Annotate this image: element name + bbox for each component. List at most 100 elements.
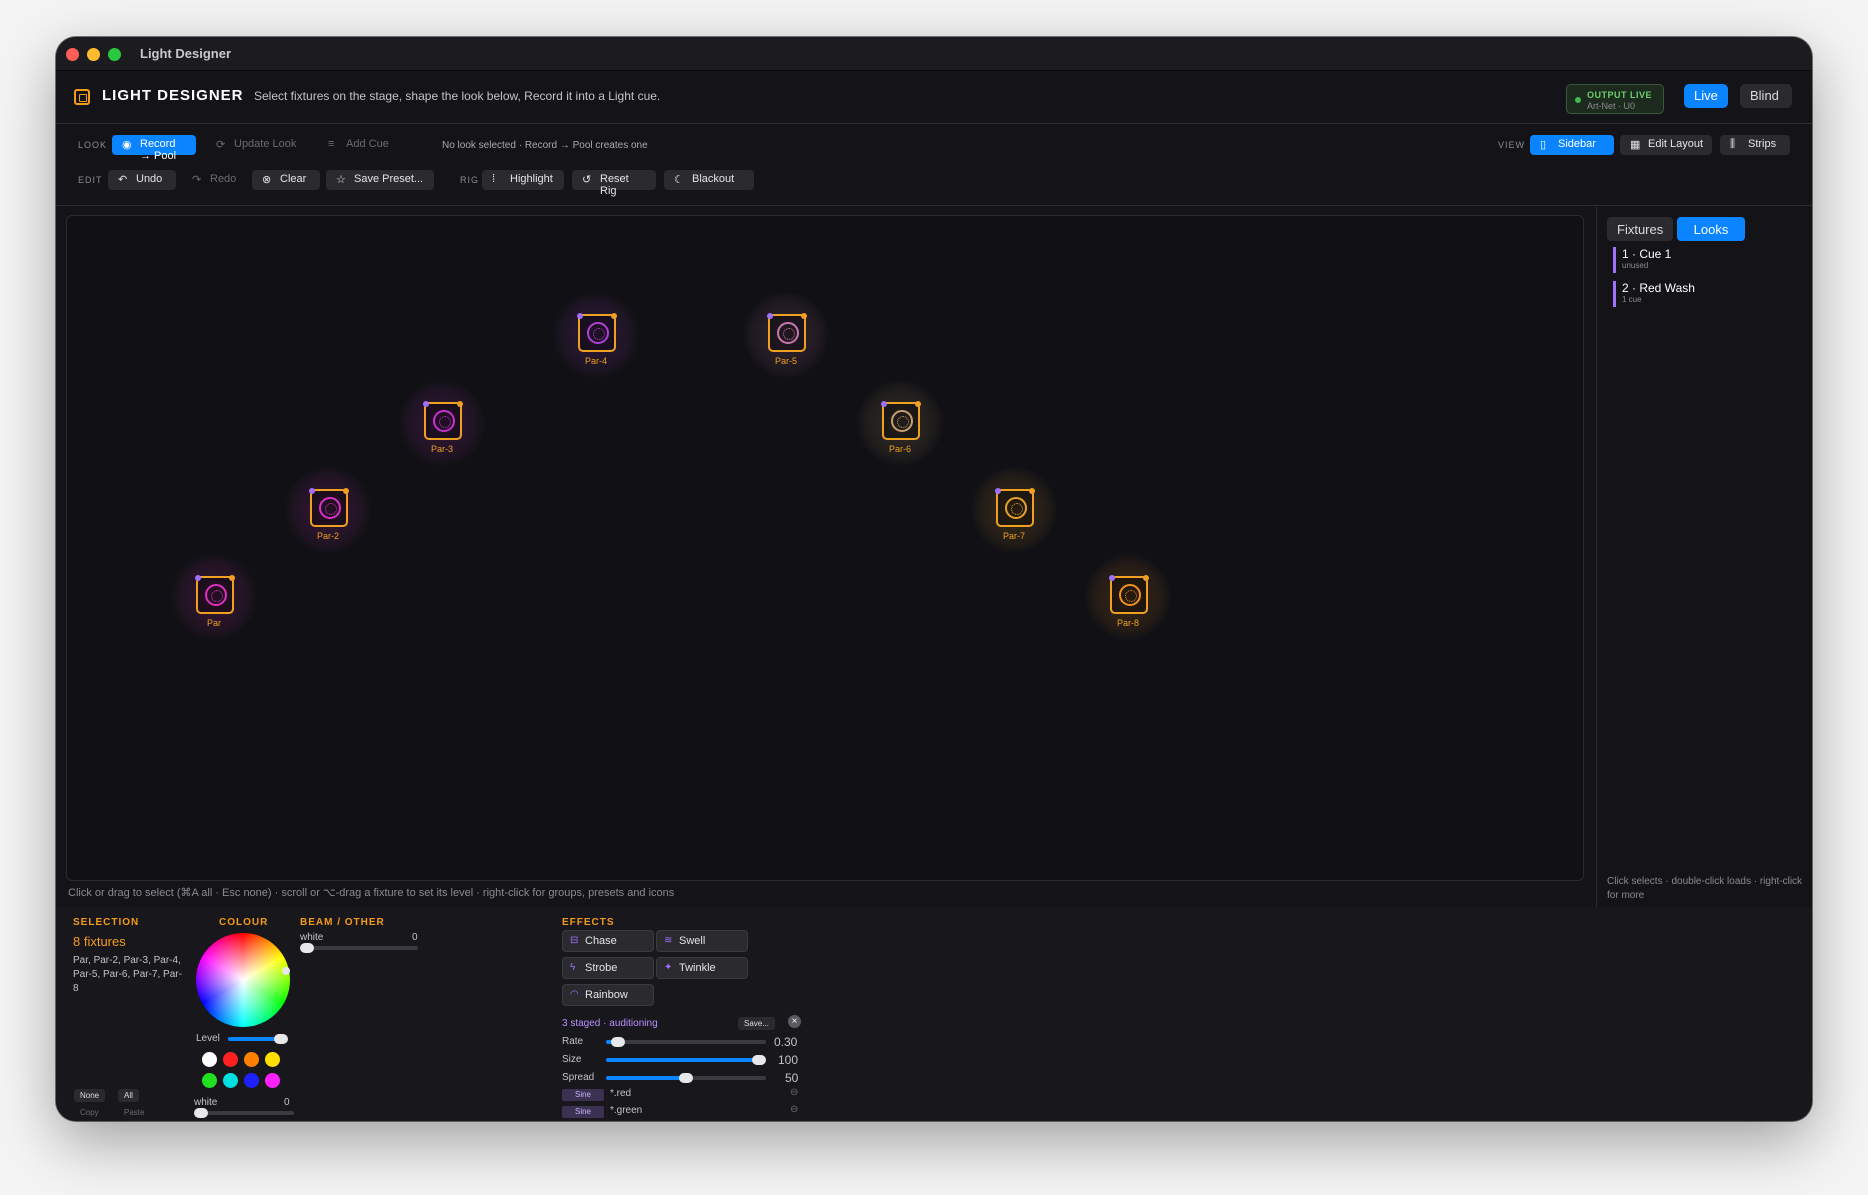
layer-1-wave[interactable]: Sine xyxy=(562,1089,604,1101)
undo-icon: ↶ xyxy=(118,174,128,186)
output-status-text: OUTPUT LIVE xyxy=(1587,90,1653,100)
save-effect-button[interactable]: Save... xyxy=(738,1017,775,1030)
selection-count: 8 fixtures xyxy=(73,934,126,949)
tab-looks[interactable]: Looks xyxy=(1677,217,1745,241)
lens-icon xyxy=(319,497,341,519)
minimize-window-button[interactable] xyxy=(87,48,100,61)
highlight-button[interactable]: ⁞ Highlight xyxy=(482,170,564,190)
colour-white-track[interactable] xyxy=(196,1111,294,1115)
swatch-green[interactable] xyxy=(202,1073,217,1088)
effect-rainbow-button[interactable]: ◠ Rainbow xyxy=(562,984,654,1006)
effect-strobe-button[interactable]: ϟ Strobe xyxy=(562,957,654,979)
select-all-button[interactable]: All xyxy=(118,1089,139,1102)
spread-knob[interactable] xyxy=(679,1073,693,1083)
swatch-magenta[interactable] xyxy=(265,1073,280,1088)
sliders-icon: ⫼ xyxy=(1730,138,1736,150)
bolt-icon: ϟ xyxy=(570,962,576,973)
look-item-1[interactable]: 1 · Cue 1 unused xyxy=(1613,247,1793,273)
fixture-par-6[interactable]: Par-6 xyxy=(857,380,943,466)
clear-button[interactable]: ⊗ Clear xyxy=(252,170,320,190)
moon-icon: ☾ xyxy=(674,174,684,186)
fixture-par-3[interactable]: Par-3 xyxy=(399,380,485,466)
effect-swell-button[interactable]: ≋ Swell xyxy=(656,930,748,952)
copy-button[interactable]: Copy xyxy=(74,1106,105,1119)
size-knob[interactable] xyxy=(752,1055,766,1065)
wave-icon: ≋ xyxy=(664,935,673,946)
rate-label: Rate xyxy=(562,1036,584,1047)
level-fill xyxy=(228,1037,280,1041)
swatch-white[interactable] xyxy=(202,1052,217,1067)
close-window-button[interactable] xyxy=(66,48,79,61)
rate-track[interactable] xyxy=(606,1040,766,1044)
app-title: LIGHT DESIGNER xyxy=(102,87,244,104)
fixture-par-2[interactable]: Par-2 xyxy=(285,467,371,553)
view-group-label: VIEW xyxy=(1498,140,1526,150)
swatch-yellow[interactable] xyxy=(265,1052,280,1067)
fixture-par-5[interactable]: Par-5 xyxy=(743,292,829,378)
chase-icon: ⊟ xyxy=(570,935,579,946)
app-header: LIGHT DESIGNER Select fixtures on the st… xyxy=(56,71,1812,124)
fixture-par-7[interactable]: Par-7 xyxy=(971,467,1057,553)
paste-button[interactable]: Paste xyxy=(118,1106,150,1119)
swatch-red[interactable] xyxy=(223,1052,238,1067)
lens-icon xyxy=(433,410,455,432)
rate-knob[interactable] xyxy=(611,1037,625,1047)
fixture-icon xyxy=(423,401,463,440)
fixture-icon xyxy=(309,488,349,527)
level-knob[interactable] xyxy=(274,1034,288,1044)
blackout-button[interactable]: ☾ Blackout xyxy=(664,170,754,190)
beam-white-track[interactable] xyxy=(300,946,418,950)
fixture-par-4[interactable]: Par-4 xyxy=(553,292,639,378)
save-preset-button[interactable]: ☆ Save Preset... xyxy=(326,170,434,190)
live-mode-button[interactable]: Live xyxy=(1684,84,1728,108)
swatch-orange[interactable] xyxy=(244,1052,259,1067)
lens-icon xyxy=(891,410,913,432)
beam-white-knob[interactable] xyxy=(300,943,314,953)
update-look-button[interactable]: ⟳ Update Look xyxy=(206,135,308,155)
flashlight-icon: ⁞ xyxy=(492,173,496,185)
rate-value: 0.30 xyxy=(774,1035,798,1049)
layer-2-wave[interactable]: Sine xyxy=(562,1106,604,1118)
fixture-par[interactable]: Par xyxy=(171,554,257,640)
look-item-2[interactable]: 2 · Red Wash 1 cue xyxy=(1613,281,1793,307)
effect-chase-button[interactable]: ⊟ Chase xyxy=(562,930,654,952)
remove-layer-1-icon[interactable]: ⊖ xyxy=(790,1087,798,1098)
select-none-button[interactable]: None xyxy=(74,1089,106,1102)
effect-twinkle-button[interactable]: ✦ Twinkle xyxy=(656,957,748,979)
beam-white-label: white xyxy=(300,932,324,943)
colour-wheel[interactable] xyxy=(196,933,290,1027)
fixture-par-8[interactable]: Par-8 xyxy=(1085,554,1171,640)
grid-icon: ▦ xyxy=(1630,139,1641,151)
view-strips-button[interactable]: ⫼ Strips xyxy=(1720,135,1790,155)
view-edit-layout-button[interactable]: ▦ Edit Layout xyxy=(1620,135,1712,155)
colour-white-knob[interactable] xyxy=(194,1108,208,1118)
output-status-badge: OUTPUT LIVE Art-Net · U0 xyxy=(1566,84,1664,114)
view-sidebar-button[interactable]: ▯ Sidebar xyxy=(1530,135,1614,155)
colour-wheel-handle[interactable] xyxy=(282,967,290,975)
zoom-window-button[interactable] xyxy=(108,48,121,61)
close-icon[interactable]: × xyxy=(788,1015,801,1028)
swatch-blue[interactable] xyxy=(244,1073,259,1088)
fixture-icon xyxy=(767,313,807,352)
add-cue-button[interactable]: ≡ Add Cue xyxy=(318,135,398,155)
beam-heading: BEAM / OTHER xyxy=(300,917,385,928)
beam-white-value: 0 xyxy=(412,932,418,943)
programmer-panel: SELECTION 8 fixtures Par, Par-2, Par-3, … xyxy=(56,907,1812,1121)
lens-icon xyxy=(777,322,799,344)
blind-mode-button[interactable]: Blind xyxy=(1740,84,1792,108)
sidebar: Fixtures Looks 1 · Cue 1 unused 2 · Red W… xyxy=(1596,207,1812,907)
undo-button[interactable]: ↶ Undo xyxy=(108,170,176,190)
look-status-text: No look selected · Record → Pool creates… xyxy=(442,140,648,151)
record-pool-button[interactable]: ◉ Record → Pool xyxy=(112,135,196,162)
colour-white-label: white xyxy=(194,1097,218,1108)
redo-button[interactable]: ↷ Redo xyxy=(182,170,242,190)
title-bar: Light Designer xyxy=(56,37,1812,71)
remove-layer-2-icon[interactable]: ⊖ xyxy=(790,1104,798,1115)
reset-rig-button[interactable]: ↺ Reset Rig xyxy=(572,170,656,197)
tab-fixtures[interactable]: Fixtures xyxy=(1607,217,1674,241)
sidebar-hint: Click selects · double-click loads · rig… xyxy=(1607,876,1803,901)
stage-canvas[interactable]: Par Par-2 Par-3 Par-4 Par-5 Par-6 Par-7 … xyxy=(66,215,1584,881)
stage-hint: Click or drag to select (⌘A all · Esc no… xyxy=(68,887,675,899)
swatch-cyan[interactable] xyxy=(223,1073,238,1088)
spread-fill xyxy=(606,1076,686,1080)
